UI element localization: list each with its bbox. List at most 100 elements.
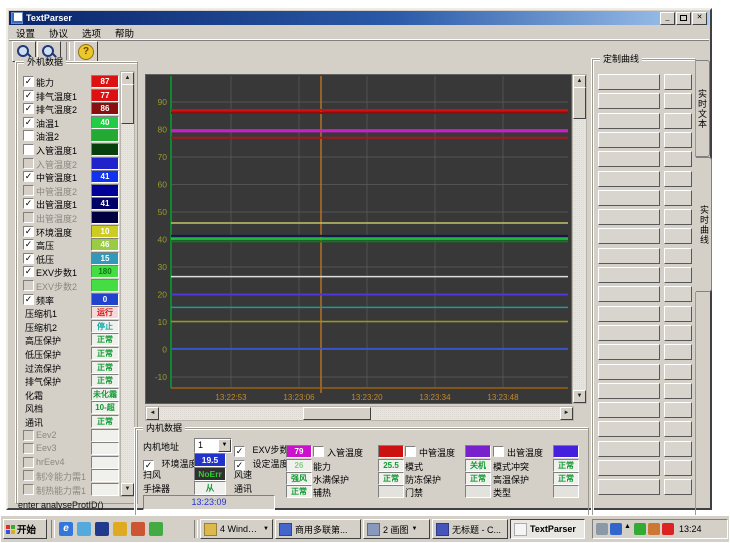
- scroll-down-button[interactable]: ▼: [121, 483, 134, 496]
- menu-item-3[interactable]: 选项: [75, 26, 108, 40]
- curve-name-button[interactable]: [598, 113, 660, 129]
- scrollbar-thumb[interactable]: [573, 87, 586, 119]
- curve-name-button[interactable]: [598, 93, 660, 109]
- checkbox[interactable]: ✓: [23, 294, 34, 305]
- printer-icon[interactable]: [596, 523, 608, 535]
- curve-name-button[interactable]: [598, 344, 660, 360]
- restore-button[interactable]: [676, 12, 691, 25]
- curve-name-button[interactable]: [598, 460, 660, 476]
- help-button[interactable]: ?: [74, 41, 98, 62]
- minimize-button[interactable]: _: [660, 12, 675, 25]
- curve-value-button[interactable]: [664, 267, 692, 283]
- curve-name-button[interactable]: [598, 286, 660, 302]
- chart-horizontal-scrollbar[interactable]: ◄ ►: [145, 406, 574, 421]
- ie-icon[interactable]: e: [59, 522, 73, 536]
- checkbox[interactable]: ✓: [23, 239, 34, 250]
- scroll-left-button[interactable]: ◄: [146, 407, 159, 420]
- taskbar-button-5[interactable]: TextParser: [510, 519, 585, 539]
- scroll-down-button[interactable]: ▼: [573, 390, 586, 403]
- curve-name-button[interactable]: [598, 151, 660, 167]
- mediaplayer-icon[interactable]: [95, 522, 109, 536]
- checkbox[interactable]: ✓: [23, 226, 34, 237]
- curve-value-button[interactable]: [664, 306, 692, 322]
- curve-value-button[interactable]: [664, 93, 692, 109]
- curve-value-button[interactable]: [664, 171, 692, 187]
- security-icon[interactable]: [131, 522, 145, 536]
- checkbox[interactable]: [493, 446, 504, 457]
- checkbox[interactable]: ✓: [23, 117, 34, 128]
- indoor-address-select[interactable]: 1 ▼: [194, 438, 232, 453]
- taskbar-button-1[interactable]: 4 Windows...▼: [200, 519, 273, 539]
- checkbox[interactable]: [313, 446, 324, 457]
- tab-实时曲线[interactable]: 实时曲线: [696, 157, 712, 292]
- curve-value-button[interactable]: [664, 344, 692, 360]
- checkbox[interactable]: ✓: [23, 198, 34, 209]
- tab-实时文本[interactable]: 实时文本: [696, 60, 710, 157]
- curve-value-button[interactable]: [664, 74, 692, 90]
- start-button[interactable]: 开始: [3, 519, 47, 539]
- taskbar-button-2[interactable]: 商用多联第...: [275, 519, 361, 539]
- curve-value-button[interactable]: [664, 248, 692, 264]
- curve-value-button[interactable]: [664, 460, 692, 476]
- checkbox[interactable]: ✓: [23, 90, 34, 101]
- curve-name-button[interactable]: [598, 325, 660, 341]
- messenger-icon[interactable]: [149, 522, 163, 536]
- checkbox[interactable]: ✓: [23, 103, 34, 114]
- menu-item-1[interactable]: 设置: [9, 26, 42, 40]
- curve-name-button[interactable]: [598, 364, 660, 380]
- curve-value-button[interactable]: [664, 228, 692, 244]
- checkbox[interactable]: ✓: [23, 253, 34, 264]
- curve-value-button[interactable]: [664, 383, 692, 399]
- tray-green-icon[interactable]: [634, 523, 646, 535]
- chart-vertical-scrollbar[interactable]: ▲ ▼: [572, 74, 587, 404]
- curve-name-button[interactable]: [598, 383, 660, 399]
- taskbar-button-3[interactable]: 2 画图▼: [363, 519, 430, 539]
- curve-name-button[interactable]: [598, 228, 660, 244]
- curve-name-button[interactable]: [598, 306, 660, 322]
- menu-item-4[interactable]: 帮助: [108, 26, 141, 40]
- checkbox[interactable]: ✓: [23, 171, 34, 182]
- curve-name-button[interactable]: [598, 190, 660, 206]
- curve-value-button[interactable]: [664, 151, 692, 167]
- checkbox[interactable]: ✓: [23, 76, 34, 87]
- checkbox[interactable]: [23, 130, 34, 141]
- close-button[interactable]: ✕: [692, 12, 707, 25]
- chevron-down-icon[interactable]: ▼: [218, 439, 231, 452]
- scrollbar-thumb[interactable]: [303, 407, 371, 420]
- curve-value-button[interactable]: [664, 132, 692, 148]
- chevron-down-icon[interactable]: ▼: [412, 526, 418, 532]
- checkbox[interactable]: ✓: [23, 266, 34, 277]
- curve-name-button[interactable]: [598, 421, 660, 437]
- folder-icon[interactable]: [113, 522, 127, 536]
- curve-name-button[interactable]: [598, 402, 660, 418]
- titlebar[interactable]: TextParser _ ✕: [9, 11, 709, 25]
- taskbar-button-4[interactable]: 无标题 - C...: [432, 519, 508, 539]
- sidebar-scrollbar[interactable]: ▲ ▼: [120, 71, 135, 497]
- curve-name-button[interactable]: [598, 267, 660, 283]
- scroll-right-button[interactable]: ►: [560, 407, 573, 420]
- checkbox[interactable]: [405, 446, 416, 457]
- flashget-icon[interactable]: [662, 523, 674, 535]
- curve-value-button[interactable]: [664, 402, 692, 418]
- curve-name-button[interactable]: [598, 74, 660, 90]
- tray-utility-icon[interactable]: [648, 523, 660, 535]
- curve-value-button[interactable]: [664, 325, 692, 341]
- curve-value-button[interactable]: [664, 286, 692, 302]
- curve-name-button[interactable]: [598, 209, 660, 225]
- menu-item-2[interactable]: 协议: [42, 26, 75, 40]
- curve-name-button[interactable]: [598, 441, 660, 457]
- curve-value-button[interactable]: [664, 190, 692, 206]
- outlook-icon[interactable]: [77, 522, 91, 536]
- curve-value-button[interactable]: [664, 364, 692, 380]
- antivirus-icon[interactable]: [610, 523, 622, 535]
- curve-name-button[interactable]: [598, 479, 660, 495]
- trend-chart[interactable]: 9080706050403020100-1013:22:5313:23:0613…: [145, 74, 572, 404]
- curve-value-button[interactable]: [664, 113, 692, 129]
- curve-value-button[interactable]: [664, 421, 692, 437]
- curve-value-button[interactable]: [664, 209, 692, 225]
- hide-tray-arrow[interactable]: ▲: [624, 523, 632, 535]
- curve-name-button[interactable]: [598, 248, 660, 264]
- checkbox[interactable]: [23, 144, 34, 155]
- curve-name-button[interactable]: [598, 171, 660, 187]
- chevron-down-icon[interactable]: ▼: [263, 526, 269, 532]
